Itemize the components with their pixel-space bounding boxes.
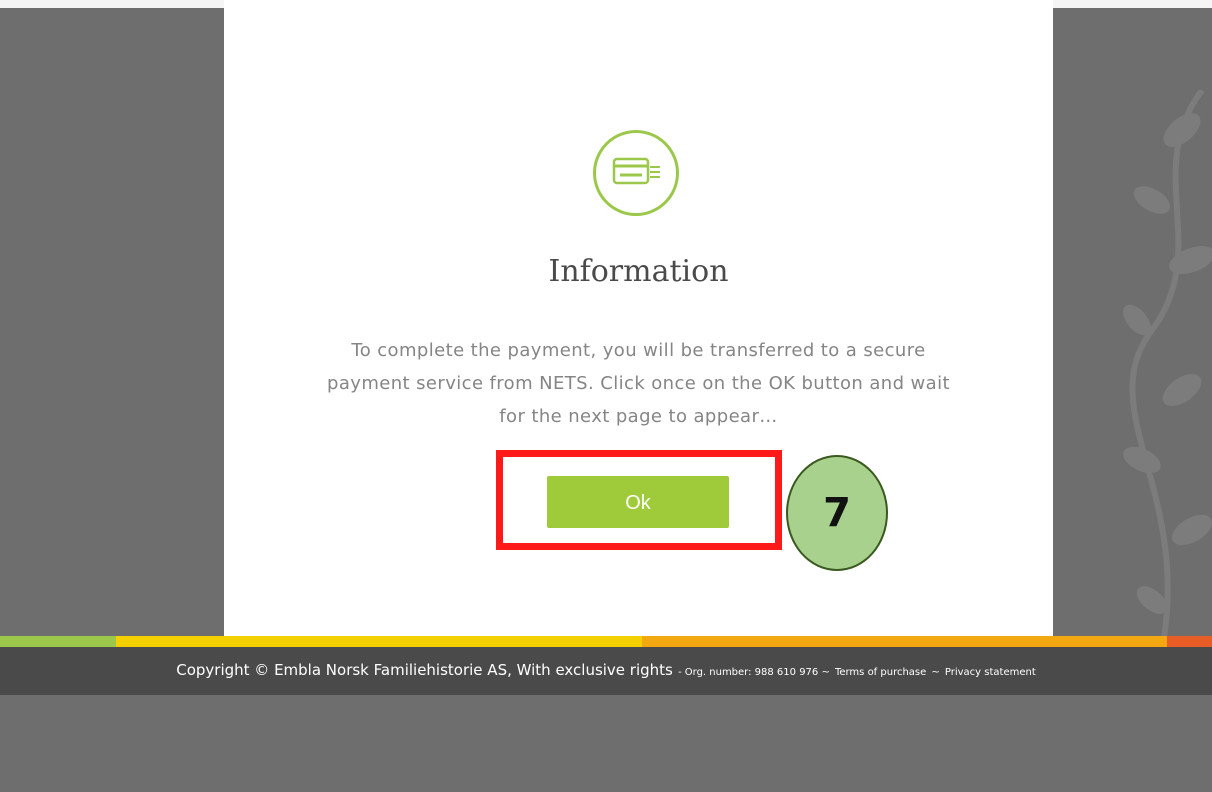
page-background-bottom (0, 695, 1212, 792)
footer-org-number: - Org. number: 988 610 976 ~ (677, 667, 830, 678)
privacy-statement-link[interactable]: Privacy statement (945, 667, 1036, 678)
modal-message: To complete the payment, you will be tra… (327, 340, 950, 427)
modal-title: Information (548, 254, 729, 289)
footer: Copyright © Embla Norsk Familiehistorie … (0, 647, 1212, 695)
footer-separator: ~ (931, 667, 940, 678)
step-number-marker: 7 (786, 455, 888, 571)
footer-color-bar (0, 636, 1212, 647)
payment-info-modal: Information To complete the payment, you… (224, 0, 1053, 636)
credit-card-icon (593, 130, 679, 216)
leaf-pattern-decoration (1123, 90, 1212, 650)
ok-button[interactable]: Ok (547, 476, 729, 528)
footer-copyright: Copyright © Embla Norsk Familiehistorie … (176, 661, 673, 679)
terms-of-purchase-link[interactable]: Terms of purchase (835, 667, 926, 678)
